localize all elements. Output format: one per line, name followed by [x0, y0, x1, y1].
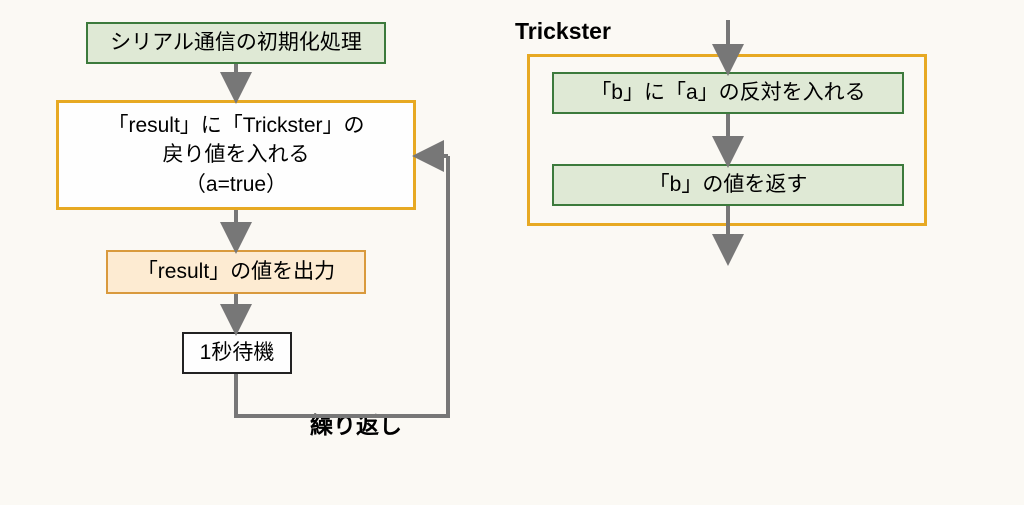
trickster-title: Trickster — [515, 18, 611, 45]
output-result-block: 「result」の値を出力 — [106, 250, 366, 294]
wait-block: 1秒待機 — [182, 332, 292, 374]
assign-result-block: 「result」に「Trickster」の 戻り値を入れる （a=true） — [56, 100, 416, 210]
loop-label: 繰り返し — [310, 406, 402, 440]
trickster-step1: 「b」に「a」の反対を入れる — [552, 72, 904, 114]
init-block: シリアル通信の初期化処理 — [86, 22, 386, 64]
trickster-step2: 「b」の値を返す — [552, 164, 904, 206]
